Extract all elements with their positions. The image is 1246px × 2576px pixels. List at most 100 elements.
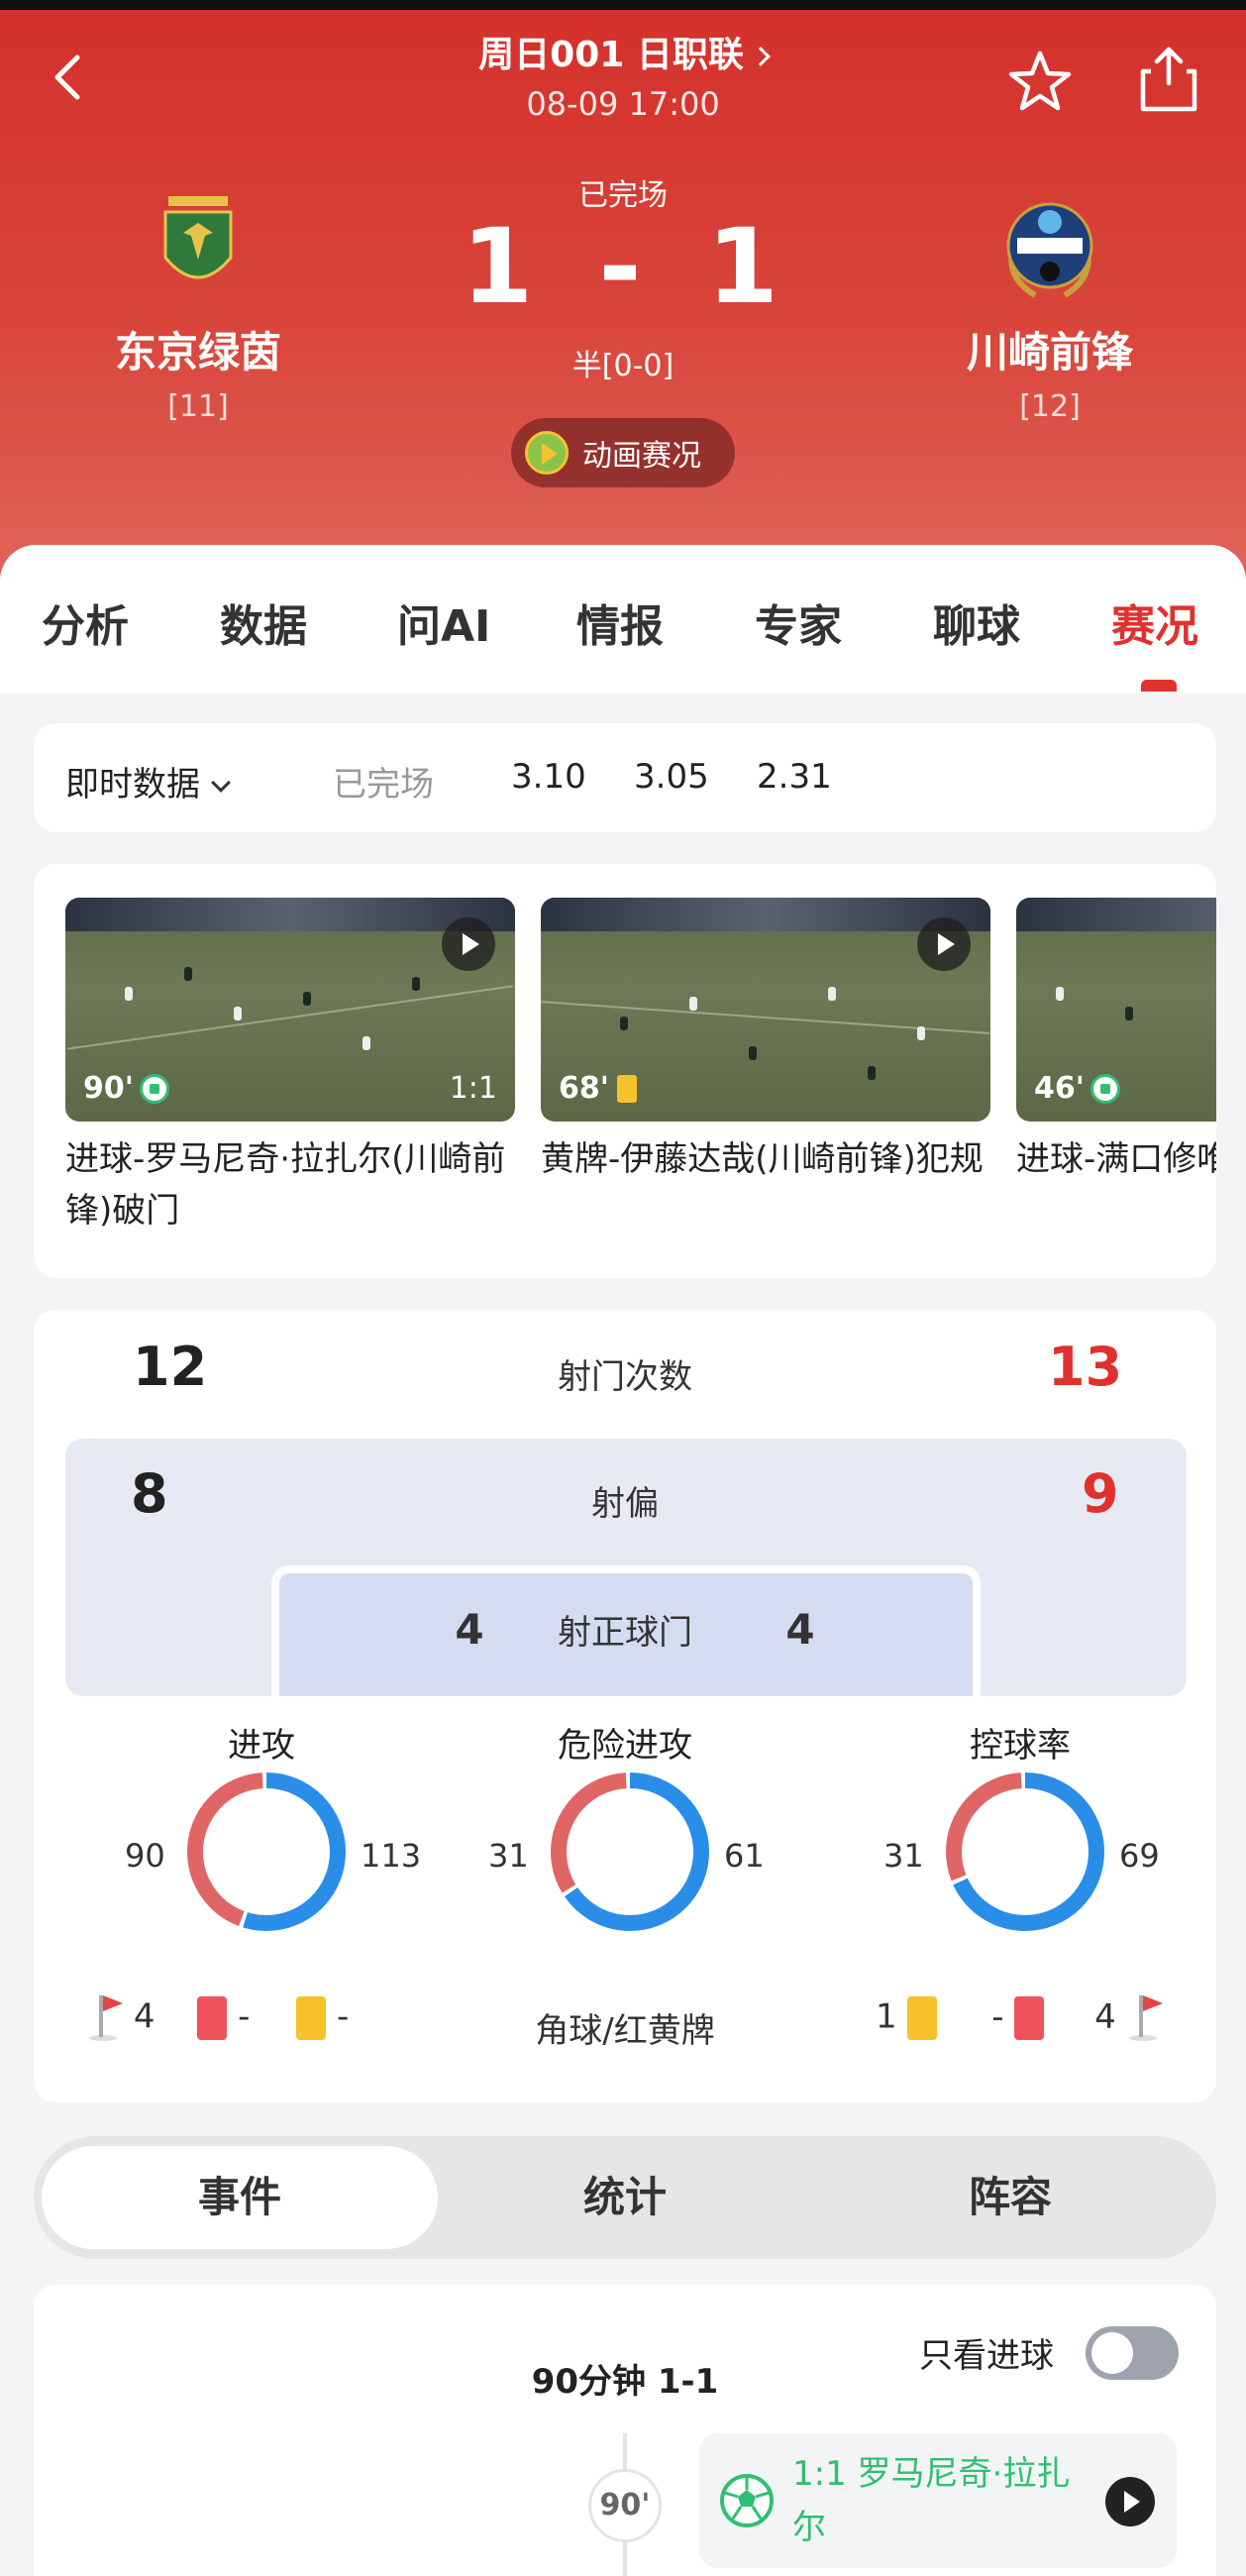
home-yellow-cards: -: [336, 1996, 350, 2037]
red-card-icon: [1014, 1996, 1045, 2040]
tab-chat[interactable]: 聊球: [933, 590, 1020, 654]
home-score: 1: [462, 206, 540, 327]
ring-away-value: 113: [361, 1837, 422, 1875]
tab-analysis[interactable]: 分析: [42, 590, 129, 654]
ring-chart: [187, 1772, 346, 1931]
shots-off-label: 射偏: [591, 1484, 659, 1524]
away-team-logo: [995, 188, 1104, 307]
status-bar: [0, 0, 1246, 10]
video-minute: 90': [83, 1071, 169, 1106]
odds-home: 3.10: [511, 757, 586, 797]
video-minute: 46': [1034, 1071, 1120, 1106]
goals-only-label: 只看进球: [919, 2336, 1054, 2376]
favorite-button[interactable]: [1005, 48, 1075, 117]
video-minute: 68': [559, 1071, 637, 1106]
goal-event-text: 1:1 罗马尼奇·拉扎尔: [792, 2454, 1071, 2547]
play-icon[interactable]: [1105, 2477, 1155, 2526]
goal-icon: [1090, 1073, 1120, 1104]
animation-live-label: 动画赛况: [582, 439, 701, 474]
ring-title: 进攻: [228, 1726, 295, 1766]
shots-away: 13: [1048, 1336, 1123, 1398]
cards-label: 角球/红黄牌: [535, 2011, 715, 2051]
odds-away: 2.31: [757, 757, 832, 797]
event-minute: 90': [588, 2469, 662, 2542]
away-cards-row: 1 - 4: [876, 1993, 1163, 2053]
animation-live-button[interactable]: 动画赛况: [511, 418, 735, 487]
video-caption: 黄牌-伊藤达哉(川崎前锋)犯规: [541, 1139, 984, 1179]
highlight-video[interactable]: 68' 黄牌-伊藤达哉(川崎前锋)犯规: [541, 898, 990, 1185]
league-title-text: 周日001 日职联: [478, 35, 744, 75]
shots-off-away: 9: [1082, 1462, 1119, 1525]
goal-icon: [139, 1073, 169, 1104]
tab-data[interactable]: 数据: [220, 590, 307, 654]
red-card-icon: [197, 1996, 228, 2040]
play-icon: [917, 917, 971, 971]
star-icon: [1008, 51, 1072, 111]
tab-ask-ai[interactable]: 问AI: [397, 590, 490, 654]
share-button[interactable]: [1137, 44, 1200, 115]
segment-events[interactable]: 事件: [42, 2146, 438, 2249]
odds-status: 已完场: [333, 765, 434, 805]
highlight-video[interactable]: 90' 1:1 进球-罗马尼奇·拉扎尔(川崎前锋)破门: [65, 898, 515, 1236]
segment-lineup[interactable]: 阵容: [812, 2146, 1208, 2249]
attacks-ring: 进攻 90 113: [113, 1718, 421, 1976]
ring-away-value: 69: [1119, 1837, 1160, 1875]
corner-flag-icon: [1127, 1993, 1163, 2043]
tab-intel[interactable]: 情报: [576, 590, 664, 654]
play-circle-icon: [525, 431, 569, 475]
odds-card: 即时数据 已完场 3.10 3.05 2.31: [34, 723, 1216, 832]
away-score: 1: [706, 206, 784, 327]
away-yellow-cards: 1: [876, 1996, 897, 2037]
shots-on-away: 4: [785, 1605, 815, 1654]
odds-draw: 3.05: [634, 757, 709, 797]
dangerous-attacks-ring: 危险进攻 31 61: [476, 1718, 774, 1976]
match-stats-card: 12 射门次数 13 8 射偏 9 4 射正球门 4 进攻 90 113 危险进…: [34, 1310, 1216, 2102]
goal-event-card[interactable]: 1:1 罗马尼奇·拉扎尔: [699, 2433, 1177, 2568]
away-red-cards: -: [991, 1996, 1004, 2037]
video-score: 1:1: [449, 1071, 497, 1106]
chevron-right-icon: [750, 47, 771, 66]
highlight-videos: 90' 1:1 进球-罗马尼奇·拉扎尔(川崎前锋)破门 68' 黄牌-伊藤达哉(…: [34, 864, 1216, 1278]
corner-flag-icon: [87, 1993, 123, 2043]
soccer-ball-icon: [720, 2474, 774, 2527]
ring-home-value: 31: [488, 1837, 529, 1875]
segment-stats[interactable]: 统计: [427, 2146, 823, 2249]
away-team[interactable]: 川崎前锋 [12]: [921, 188, 1179, 424]
home-cards-row: 4 - -: [87, 1993, 349, 2053]
share-icon: [1140, 47, 1197, 112]
events-card: 90分钟 1-1 只看进球 90' 1:1 罗马尼奇·拉扎尔: [34, 2285, 1216, 2576]
detail-segmented-control: 事件 统计 阵容: [34, 2136, 1216, 2259]
score-separator: -: [598, 206, 648, 327]
shots-on-label: 射正球门: [558, 1613, 692, 1653]
possession-ring: 控球率 31 69: [872, 1718, 1169, 1976]
match-header: 周日001 日职联 08-09 17:00 东京绿茵 [11] 已完场 1-1 …: [0, 0, 1246, 594]
active-tab-indicator: [1141, 680, 1177, 692]
ring-away-value: 61: [724, 1837, 765, 1875]
ring-chart: [551, 1772, 709, 1931]
video-caption: 进球-满口修唯月)(东京绿: [1016, 1139, 1216, 1179]
video-thumbnail: 68': [541, 898, 990, 1122]
ring-home-value: 90: [125, 1837, 165, 1875]
shots-label: 射门次数: [558, 1357, 692, 1397]
video-thumbnail: 90' 1:1: [65, 898, 515, 1122]
away-team-name: 川崎前锋: [966, 328, 1133, 376]
shots-off-home: 8: [131, 1462, 168, 1525]
goals-only-toggle[interactable]: [1086, 2326, 1179, 2380]
ring-home-value: 31: [883, 1837, 924, 1875]
away-corners: 4: [1094, 1996, 1116, 2037]
ring-title: 控球率: [970, 1726, 1071, 1766]
tab-experts[interactable]: 专家: [755, 590, 842, 654]
home-corners: 4: [133, 1996, 156, 2037]
yellow-card-icon: [907, 1996, 938, 2040]
main-tabs: 分析 数据 问AI 情报 专家 聊球 赛况: [0, 545, 1246, 694]
away-team-rank: [12]: [1019, 389, 1081, 424]
chevron-down-icon: [211, 773, 231, 793]
tab-live[interactable]: 赛况: [1111, 590, 1198, 654]
ring-chart: [946, 1772, 1104, 1931]
toggle-knob: [1091, 2332, 1133, 2374]
live-data-dropdown[interactable]: 即时数据: [65, 757, 231, 805]
home-red-cards: -: [238, 1996, 251, 2037]
highlight-video[interactable]: 46' 进球-满口修唯月)(东京绿: [1016, 898, 1216, 1185]
video-thumbnail: 46': [1016, 898, 1216, 1122]
home-team-rank: [11]: [167, 389, 229, 424]
